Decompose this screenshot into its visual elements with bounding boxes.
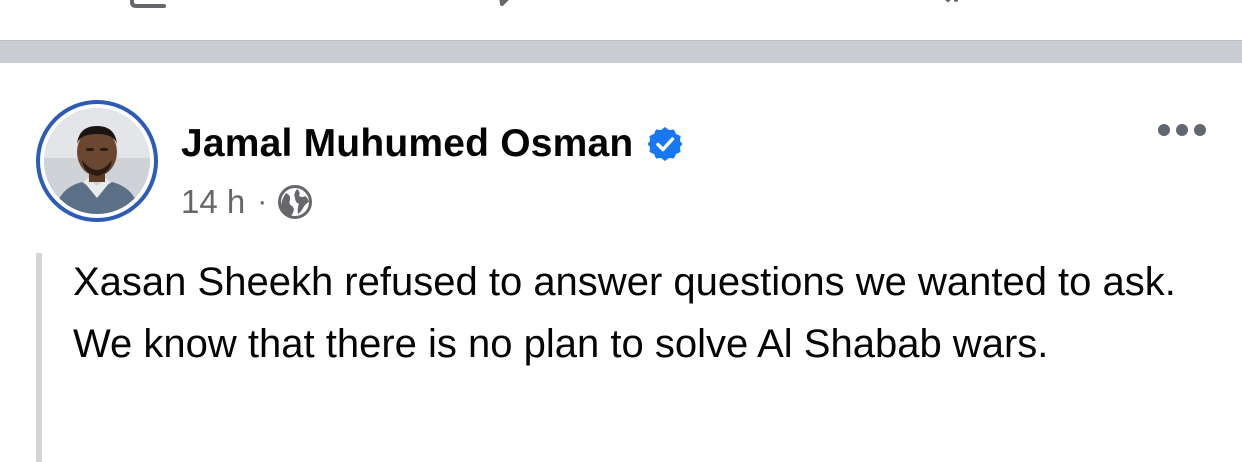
post-meta: 14 h · <box>181 181 313 223</box>
send-icon[interactable] <box>934 0 974 10</box>
more-options-icon <box>1158 124 1170 136</box>
post-action-bar <box>0 0 1242 40</box>
feed-post: Jamal Muhumed Osman 14 h · Xasan Sheekh … <box>0 63 1242 462</box>
more-options-button[interactable] <box>1150 115 1214 145</box>
feed-separator <box>0 40 1242 63</box>
meta-separator: · <box>257 185 268 218</box>
quote-bar <box>36 253 42 462</box>
globe-icon[interactable] <box>277 184 313 220</box>
post-timestamp[interactable]: 14 h <box>181 183 245 221</box>
verified-badge-icon <box>647 127 683 161</box>
post-header: Jamal Muhumed Osman <box>181 119 683 169</box>
author-name[interactable]: Jamal Muhumed Osman <box>181 122 633 166</box>
post-body-text: Xasan Sheekh refused to answer questions… <box>73 260 1176 366</box>
avatar[interactable] <box>44 108 150 214</box>
comment-icon[interactable] <box>128 0 168 10</box>
share-icon[interactable] <box>496 0 536 10</box>
avatar-photo <box>44 108 150 214</box>
